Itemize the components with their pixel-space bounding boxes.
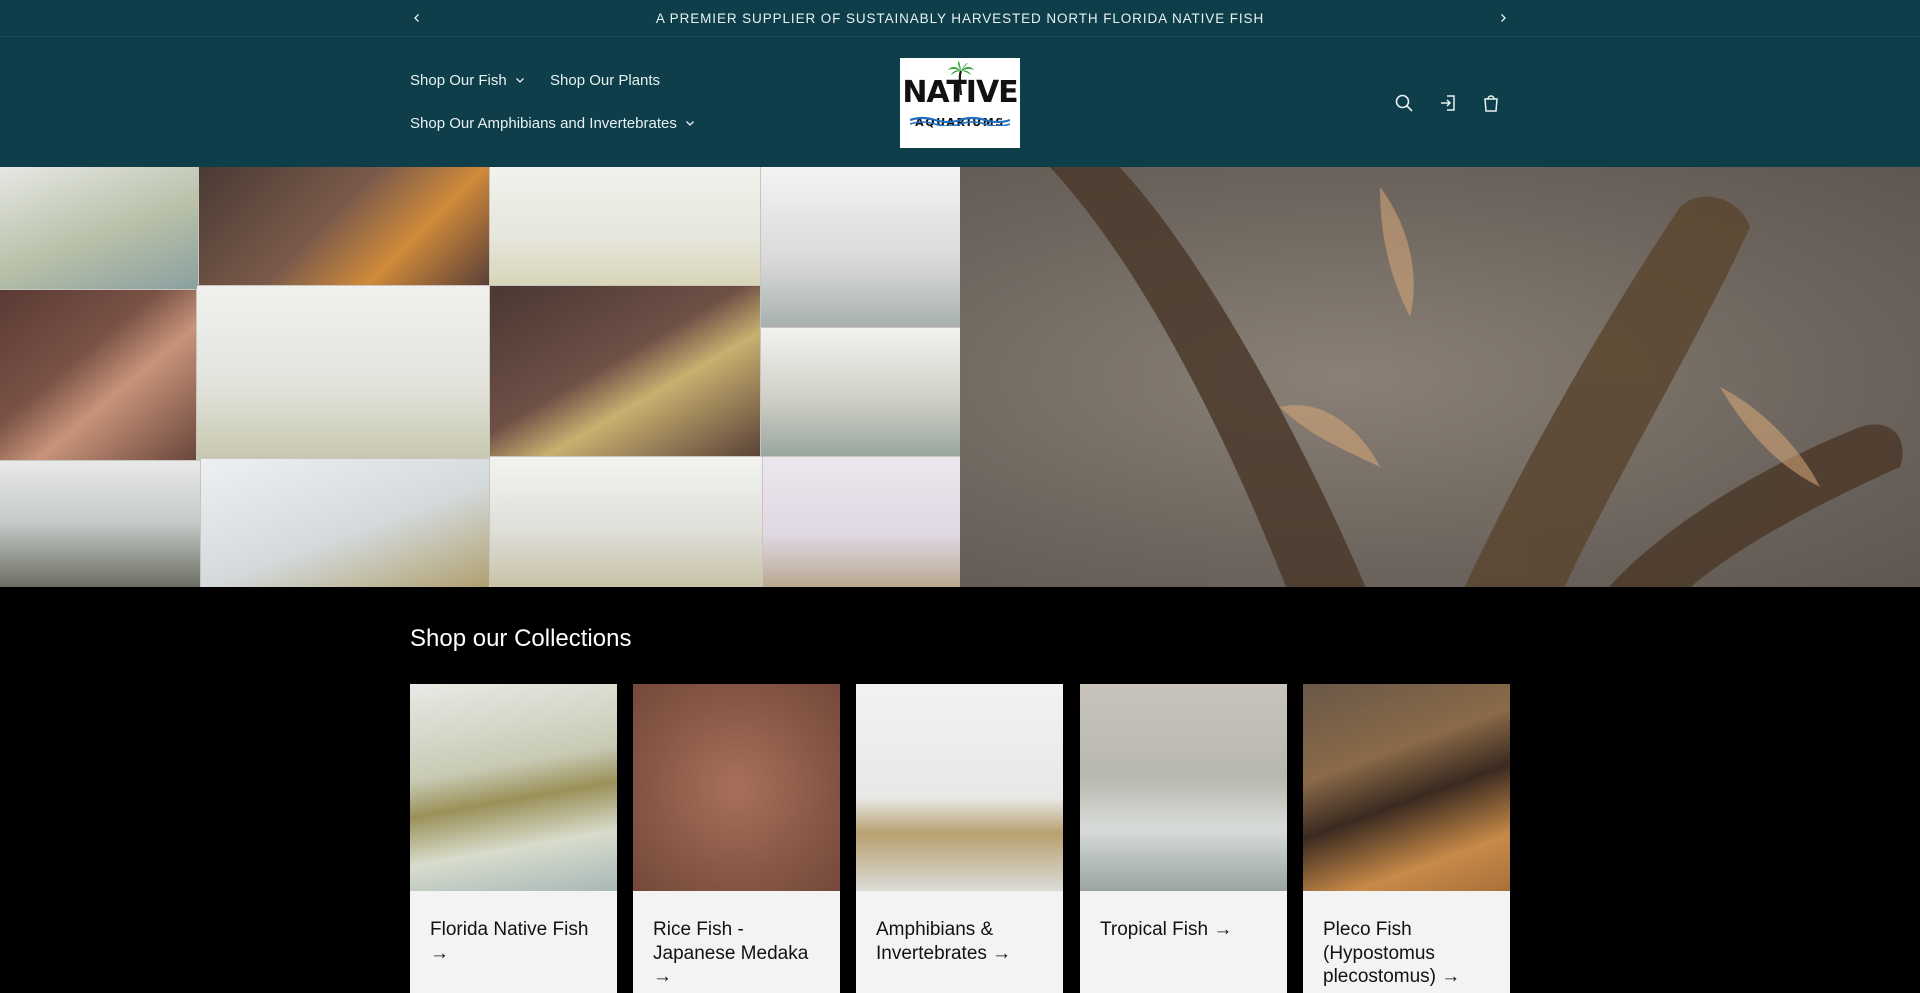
collection-card-tropical-fish[interactable]: Tropical Fish → — [1080, 684, 1287, 993]
nav-label: Shop Our Amphibians and Invertebrates — [410, 115, 677, 132]
chevron-down-icon — [515, 78, 524, 83]
logo-text-native: NATIVE — [902, 74, 1018, 110]
account-icon — [1441, 95, 1455, 111]
chevron-right-icon — [1501, 14, 1506, 22]
collection-label: Tropical Fish → — [1100, 919, 1233, 940]
collection-card-pleco-fish[interactable]: Pleco Fish (Hypostomus plecostomus) → — [1303, 684, 1510, 993]
nav-shop-our-fish[interactable]: Shop Our Fish — [410, 72, 525, 89]
nav-label: Shop Our Fish — [410, 72, 507, 89]
account-button[interactable] — [1435, 90, 1461, 116]
nav-shop-our-plants[interactable]: Shop Our Plants — [550, 72, 660, 89]
collection-label: Pleco Fish (Hypostomus plecostomus) → — [1323, 919, 1461, 987]
collections-heading: Shop our Collections — [410, 625, 632, 652]
collection-card-rice-fish[interactable]: Rice Fish - Japanese Medaka → — [633, 684, 840, 993]
fish-collage-image — [0, 167, 960, 587]
cart-icon — [1484, 95, 1498, 112]
collection-image — [633, 684, 840, 891]
site-header: Shop Our Fish Shop Our Plants Shop Our A… — [0, 37, 1920, 167]
search-icon — [1395, 94, 1413, 112]
fish-photo-illustration — [1049, 167, 1903, 587]
collection-card-amphibians-invertebrates[interactable]: Amphibians & Invertebrates → — [856, 684, 1063, 993]
collection-label: Amphibians & Invertebrates → — [876, 919, 1012, 964]
collection-card-florida-native-fish[interactable]: Florida Native Fish → — [410, 684, 617, 993]
announcement-message: A PREMIER SUPPLIER OF SUSTAINABLY HARVES… — [655, 11, 1265, 26]
waves-icon — [910, 116, 1010, 126]
announcement-bar: A PREMIER SUPPLIER OF SUSTAINABLY HARVES… — [0, 0, 1920, 37]
chevron-down-icon — [685, 121, 694, 126]
announcement-next-button[interactable] — [1493, 8, 1513, 28]
collection-label: Florida Native Fish → — [430, 919, 589, 964]
collection-image — [1303, 684, 1510, 891]
collection-image — [410, 684, 617, 891]
collection-image — [856, 684, 1063, 891]
site-logo[interactable]: NATIVE AQUARIUMS — [900, 58, 1020, 148]
hero-banner — [0, 167, 1920, 587]
collection-image — [1080, 684, 1287, 891]
cart-button[interactable] — [1478, 90, 1504, 116]
search-button[interactable] — [1391, 90, 1417, 116]
nav-shop-our-amphibians[interactable]: Shop Our Amphibians and Invertebrates — [410, 115, 695, 132]
nav-label: Shop Our Plants — [550, 72, 661, 89]
collection-label: Rice Fish - Japanese Medaka → — [653, 919, 809, 987]
featured-fish-image — [960, 167, 1920, 587]
